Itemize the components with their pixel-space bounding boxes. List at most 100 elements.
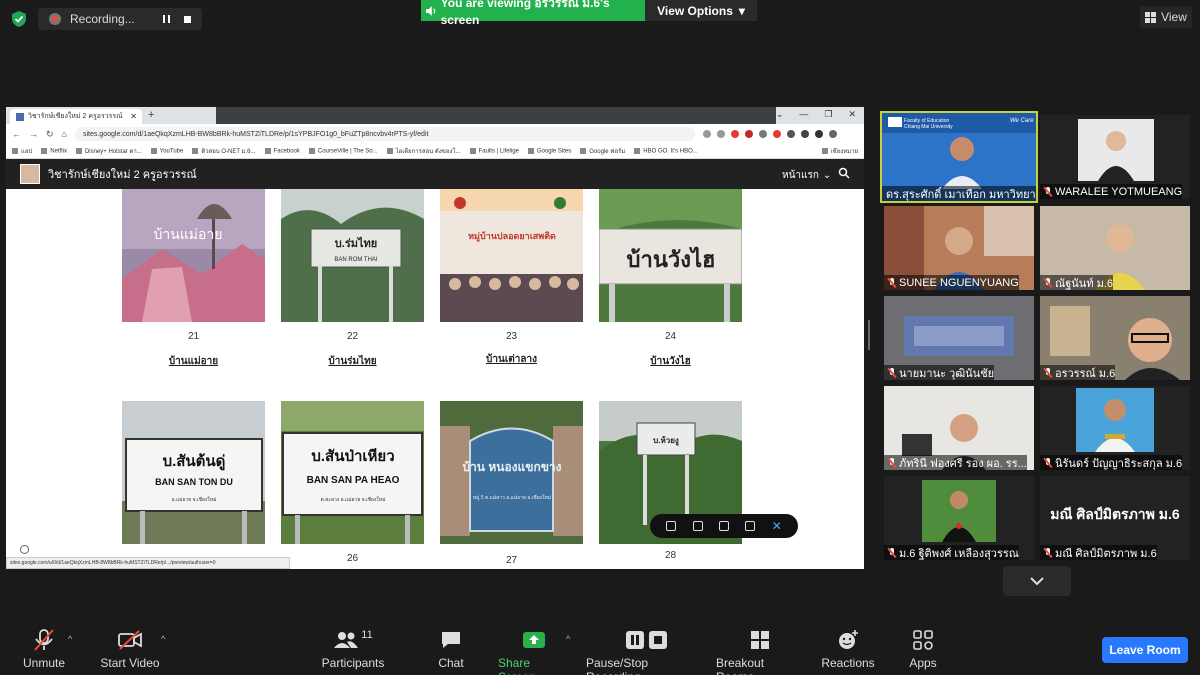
bookmark-item[interactable]: HBO GO. It's HBO...: [634, 148, 698, 154]
extension-red3-icon[interactable]: [772, 130, 781, 138]
participant-tile[interactable]: ณัฐนันท์ ม.6: [1040, 206, 1190, 290]
extension-red-icon[interactable]: [730, 130, 739, 138]
security-shield-icon[interactable]: [11, 10, 27, 28]
video-options-caret-icon[interactable]: ^: [161, 634, 165, 644]
profile-avatar-icon[interactable]: [814, 130, 823, 138]
phone-view-icon[interactable]: [666, 521, 677, 531]
village-photo-23[interactable]: หมู่บ้านปลอดยาเสพติด: [440, 189, 583, 322]
address-bar[interactable]: sites.google.com/d/1aeQkqXzmLHB-BW8bBRk-…: [74, 127, 695, 141]
split-divider[interactable]: [868, 320, 870, 350]
video-off-icon: [118, 630, 142, 650]
village-photo-25[interactable]: บ.สันต้นดู่ BAN SAN TON DU อ.แม่อาย จ.เช…: [122, 401, 265, 544]
village-photo-27[interactable]: บ้าน หนองแขกขาง หมู่ 5 ต.แม่สาว อ.แม่อาย…: [440, 401, 583, 544]
village-photo-22[interactable]: บ.ร่มไทย BAN ROM THAI: [281, 189, 424, 322]
start-video-button[interactable]: Start Video: [98, 626, 162, 670]
mic-muted-icon: [1044, 457, 1052, 468]
site-nav-home[interactable]: หน้าแรก ⌄: [782, 168, 831, 183]
mic-muted-icon: [1044, 186, 1052, 197]
close-window-icon[interactable]: ✕: [848, 109, 856, 120]
bookmark-item[interactable]: ไอเดียการสอน ดังของโ...: [387, 146, 461, 156]
view-layout-button[interactable]: View: [1140, 6, 1192, 28]
close-tab-icon[interactable]: ✕: [130, 112, 137, 121]
share-screen-button[interactable]: Share Screen: [498, 626, 570, 675]
pause-recording-button[interactable]: [157, 10, 175, 28]
participant-tile[interactable]: ม.6 ฐิติพงศ์ เหลืองสุวรรณ: [884, 476, 1034, 560]
sign-text: บ.ห้วยงู: [653, 435, 679, 446]
reload-icon[interactable]: ↻: [46, 129, 54, 140]
reactions-button[interactable]: Reactions: [820, 626, 876, 670]
menu-icon[interactable]: [800, 130, 809, 138]
sign-text-en: BAN SAN PA HEAO: [307, 475, 400, 486]
participant-tile[interactable]: มณี ศิลป์มิตรภาพ ม.6 มณี ศิลป์มิตรภาพ ม.…: [1040, 476, 1190, 560]
extension-gray-icon[interactable]: [758, 130, 767, 138]
bookmark-item[interactable]: Google Sites: [528, 148, 571, 154]
participant-tile[interactable]: WARALEE YOTMUEANG: [1040, 115, 1190, 199]
site-logo[interactable]: [20, 164, 40, 184]
new-tab-icon[interactable]: +: [148, 109, 154, 121]
bookmark-item[interactable]: Google ฟอร์ม: [580, 146, 625, 156]
bookmark-item[interactable]: YouTube: [151, 148, 184, 154]
forward-icon[interactable]: →: [29, 129, 38, 139]
back-icon[interactable]: ←: [12, 129, 21, 139]
kebab-menu-icon[interactable]: [828, 130, 837, 138]
browser-tabstrip: วิชารักษ์เชียงใหม่ 2 ครูอรวรรณ์ ✕ + ⌄ — …: [6, 107, 864, 124]
leave-room-button[interactable]: Leave Room: [1102, 637, 1188, 663]
village-photo-21[interactable]: บ้านแม่อาย: [122, 189, 265, 322]
bookmark-item[interactable]: แอป: [12, 146, 32, 156]
tablet-view-icon[interactable]: [692, 521, 703, 531]
audio-options-caret-icon[interactable]: ^: [68, 634, 72, 644]
village-link[interactable]: บ้านร่มไทย: [281, 354, 424, 369]
village-photo-24[interactable]: บ้านวังไฮ: [599, 189, 742, 322]
laptop-view-icon[interactable]: [718, 521, 729, 531]
star-icon[interactable]: [716, 130, 725, 138]
puzzle-icon[interactable]: [786, 130, 795, 138]
minimize-icon[interactable]: —: [799, 109, 808, 120]
unmute-label: Unmute: [22, 656, 66, 670]
home-icon[interactable]: ⌂: [62, 129, 67, 139]
reactions-smiley-icon: [839, 630, 858, 649]
village-link[interactable]: บ้านวังไฮ: [599, 354, 742, 369]
participant-tile[interactable]: นิรันดร์ ปัญญาธิระสกุล ม.6: [1040, 386, 1190, 470]
participant-name-text: มณี ศิลป์มิตรภาพ ม.6: [1055, 547, 1157, 560]
bookmark-item[interactable]: Netflix: [41, 148, 67, 154]
shared-screen[interactable]: วิชารักษ์เชียงใหม่ 2 ครูอรวรรณ์ ✕ + ⌄ — …: [6, 107, 864, 569]
window-chevron-icon[interactable]: ⌄: [776, 109, 784, 120]
bookmark-item[interactable]: CourseVille | The So...: [309, 148, 378, 154]
extension-red2-icon[interactable]: [744, 130, 753, 138]
stop-recording-button[interactable]: [178, 10, 196, 28]
share-options-caret-icon[interactable]: ^: [566, 634, 570, 644]
bookmark-item[interactable]: Faults | Lifelige: [470, 148, 519, 154]
zoom-meeting-window: Recording... You are viewing อรวรรณ์ ม.6…: [0, 0, 1200, 675]
bookmark-item[interactable]: เชียงหมาย: [822, 146, 858, 156]
search-icon[interactable]: [838, 167, 850, 179]
share-icon[interactable]: [702, 130, 711, 138]
bookmark-item[interactable]: Facebook: [265, 148, 300, 154]
pause-stop-recording-button[interactable]: Pause/Stop Recording: [586, 626, 706, 675]
close-icon[interactable]: ✕: [772, 519, 782, 533]
site-title[interactable]: วิชารักษ์เชียงใหม่ 2 ครูอรวรรณ์: [48, 165, 197, 183]
comment-icon[interactable]: [745, 521, 756, 531]
participant-tile[interactable]: อรวรรณ์ ม.6: [1040, 296, 1190, 380]
chat-button[interactable]: Chat: [432, 626, 470, 670]
village-link[interactable]: บ้านเต่าลาง: [440, 352, 583, 367]
village-link[interactable]: บ้านแม่อาย: [122, 354, 265, 369]
view-options-button[interactable]: View Options ▾: [645, 0, 757, 21]
village-photo-26[interactable]: บ.สันป่าเหียว BAN SAN PA HEAO ต.สะลวง อ.…: [281, 401, 424, 544]
participants-button[interactable]: 11 Participants: [320, 626, 386, 670]
breakout-rooms-button[interactable]: Breakout Rooms: [716, 626, 804, 675]
info-icon[interactable]: [20, 545, 29, 554]
unmute-button[interactable]: Unmute: [18, 626, 70, 670]
apps-button[interactable]: Apps: [906, 626, 940, 670]
participant-tile[interactable]: SUNEE NGUENYUANG: [884, 206, 1034, 290]
bookmark-item[interactable]: ติวสอบ O-NET ม.6...: [192, 146, 255, 156]
view-options-label: View Options: [657, 3, 733, 18]
participant-tile[interactable]: Faculty of Education Chiang Mai Universi…: [880, 111, 1038, 203]
bookmark-item[interactable]: Disney+ Hotstar ดา...: [76, 146, 142, 156]
participant-tile[interactable]: นายมานะ วุฒินันชัย: [884, 296, 1034, 380]
participant-tile[interactable]: ภัทรินี ฟองศรี รอง ผอ. รร...: [884, 386, 1034, 470]
gallery-next-page-button[interactable]: [1003, 566, 1071, 596]
browser-tab[interactable]: วิชารักษ์เชียงใหม่ 2 ครูอรวรรณ์ ✕: [10, 109, 142, 124]
restore-icon[interactable]: ❐: [824, 109, 832, 120]
mic-muted-icon: [1044, 277, 1052, 288]
mic-muted-icon: [888, 547, 896, 558]
